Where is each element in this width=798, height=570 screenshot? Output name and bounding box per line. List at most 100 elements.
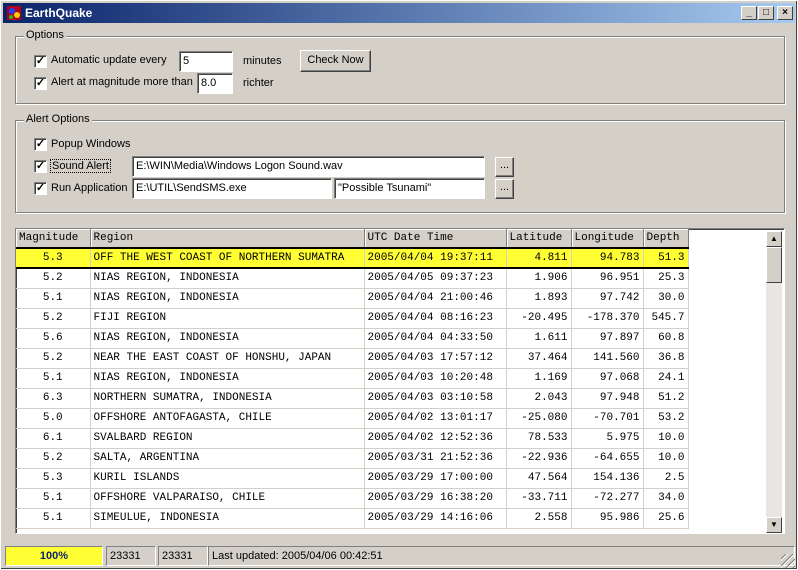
cell-magnitude: 5.6	[16, 328, 91, 349]
application-args-input[interactable]: "Possible Tsunami"	[334, 178, 485, 199]
column-header-depth[interactable]: Depth	[643, 229, 689, 249]
application-path-input[interactable]: E:\UTIL\SendSMS.exe	[132, 178, 332, 199]
vertical-scrollbar[interactable]: ▲ ▼	[766, 231, 782, 533]
cell-magnitude: 5.1	[16, 288, 91, 309]
cell-longitude: 97.948	[571, 388, 644, 409]
table-row[interactable]: 5.2 NEAR THE EAST COAST OF HONSHU, JAPAN 2…	[16, 348, 689, 369]
table-row[interactable]: 5.1 OFFSHORE VALPARAISO, CHILE 2005/03/29 …	[16, 488, 689, 509]
cell-latitude: -22.936	[506, 448, 572, 469]
table-row[interactable]: 5.2 SALTA, ARGENTINA 2005/03/31 21:52:36 -2…	[16, 448, 689, 469]
table-row[interactable]: 5.1 NIAS REGION, INDONESIA 2005/04/03 10:2…	[16, 368, 689, 389]
cell-depth: 10.0	[643, 448, 689, 469]
earthquake-list[interactable]: Magnitude Region UTC Date Time Latitude …	[15, 228, 785, 534]
close-button[interactable]: ×	[777, 6, 793, 20]
earthquake-app-icon	[7, 6, 21, 20]
cell-magnitude: 5.1	[16, 488, 91, 509]
checkmark-icon: ✓	[35, 138, 46, 150]
cell-longitude: -178.370	[571, 308, 644, 329]
popup-windows-checkbox[interactable]: ✓	[34, 138, 47, 151]
run-application-checkbox[interactable]: ✓	[34, 182, 47, 195]
resize-grip-icon[interactable]	[781, 554, 795, 568]
cell-utc-date-time: 2005/03/29 14:16:06	[364, 508, 507, 529]
cell-longitude: 96.951	[571, 268, 644, 289]
scroll-up-button[interactable]: ▲	[766, 231, 782, 247]
cell-latitude: -25.080	[506, 408, 572, 429]
cell-depth: 60.8	[643, 328, 689, 349]
table-header-row: Magnitude Region UTC Date Time Latitude …	[16, 229, 689, 249]
alert-magnitude-checkbox[interactable]: ✓	[34, 77, 47, 90]
cell-latitude: 1.611	[506, 328, 572, 349]
table-row[interactable]: 6.1 SVALBARD REGION 2005/04/02 12:52:36 78.…	[16, 428, 689, 449]
column-header-region[interactable]: Region	[90, 229, 365, 249]
cell-region: OFFSHORE VALPARAISO, CHILE	[90, 488, 365, 509]
cell-longitude: 97.742	[571, 288, 644, 309]
cell-utc-date-time: 2005/04/05 09:37:23	[364, 268, 507, 289]
table-row[interactable]: 5.2 FIJI REGION 2005/04/04 08:16:23 -20.495…	[16, 308, 689, 329]
cell-latitude: 1.906	[506, 268, 572, 289]
cell-utc-date-time: 2005/04/04 19:37:11	[364, 247, 507, 269]
alert-magnitude-label: Alert at magnitude more than	[51, 76, 193, 88]
check-now-button[interactable]: Check Now	[300, 50, 371, 72]
table-row[interactable]: 5.0 OFFSHORE ANTOFAGASTA, CHILE 2005/04/02…	[16, 408, 689, 429]
title-bar[interactable]: EarthQuake _ □ ×	[3, 3, 795, 23]
auto-update-checkbox[interactable]: ✓	[34, 55, 47, 68]
cell-longitude: -64.655	[571, 448, 644, 469]
cell-region: NIAS REGION, INDONESIA	[90, 288, 365, 309]
column-header-magnitude[interactable]: Magnitude	[16, 229, 91, 249]
cell-depth: 2.5	[643, 468, 689, 489]
cell-latitude: 37.464	[506, 348, 572, 369]
cell-depth: 51.3	[643, 247, 689, 269]
column-header-utc-date-time[interactable]: UTC Date Time	[364, 229, 507, 249]
cell-utc-date-time: 2005/04/03 10:20:48	[364, 368, 507, 389]
scrollbar-thumb[interactable]	[766, 247, 782, 283]
column-header-latitude[interactable]: Latitude	[506, 229, 572, 249]
table-row[interactable]: 5.1 SIMEULUE, INDONESIA 2005/03/29 14:16:0…	[16, 508, 689, 529]
cell-latitude: 2.043	[506, 388, 572, 409]
cell-latitude: 78.533	[506, 428, 572, 449]
arrow-up-icon: ▲	[770, 234, 778, 243]
sound-browse-button[interactable]: ...	[495, 157, 514, 177]
cell-utc-date-time: 2005/04/04 21:00:46	[364, 288, 507, 309]
cell-magnitude: 5.0	[16, 408, 91, 429]
alert-options-group-label: Alert Options	[24, 113, 92, 125]
progress-value: 100%	[39, 550, 69, 562]
main-window: EarthQuake _ □ × Options ✓ Automatic upd…	[0, 0, 798, 570]
alert-magnitude-input[interactable]: 8.0	[197, 73, 233, 94]
popup-windows-label: Popup Windows	[51, 138, 131, 150]
cell-latitude: 4.811	[506, 247, 572, 269]
table-row[interactable]: 5.1 NIAS REGION, INDONESIA 2005/04/04 21:0…	[16, 288, 689, 309]
cell-utc-date-time: 2005/04/02 13:01:17	[364, 408, 507, 429]
table-row[interactable]: 6.3 NORTHERN SUMATRA, INDONESIA 2005/04/03…	[16, 388, 689, 409]
progress-pane: 100%	[5, 546, 103, 566]
count-pane-1: 23331	[106, 546, 156, 566]
cell-latitude: 1.893	[506, 288, 572, 309]
cell-region: OFFSHORE ANTOFAGASTA, CHILE	[90, 408, 365, 429]
richter-label: richter	[243, 77, 274, 89]
column-header-longitude[interactable]: Longitude	[571, 229, 644, 249]
minimize-icon: _	[746, 7, 752, 18]
application-browse-button[interactable]: ...	[495, 179, 514, 199]
cell-longitude: 94.783	[571, 247, 644, 269]
cell-depth: 53.2	[643, 408, 689, 429]
cell-latitude: 47.564	[506, 468, 572, 489]
scroll-down-button[interactable]: ▼	[766, 517, 782, 533]
table-row[interactable]: 5.3 KURIL ISLANDS 2005/03/29 17:00:00 47.56…	[16, 468, 689, 489]
table-row[interactable]: 5.6 NIAS REGION, INDONESIA 2005/04/04 04:3…	[16, 328, 689, 349]
cell-magnitude: 5.3	[16, 468, 91, 489]
minimize-button[interactable]: _	[741, 6, 757, 20]
table-row[interactable]: 5.3 OFF THE WEST COAST OF NORTHERN SUMATR…	[16, 247, 689, 269]
update-interval-input[interactable]: 5	[179, 51, 233, 72]
table-row[interactable]: 5.2 NIAS REGION, INDONESIA 2005/04/05 09:3…	[16, 268, 689, 289]
cell-depth: 545.7	[643, 308, 689, 329]
cell-region: KURIL ISLANDS	[90, 468, 365, 489]
cell-longitude: 154.136	[571, 468, 644, 489]
cell-longitude: 95.986	[571, 508, 644, 529]
cell-magnitude: 5.3	[16, 247, 91, 269]
sound-alert-checkbox[interactable]: ✓	[34, 160, 47, 173]
cell-longitude: 97.897	[571, 328, 644, 349]
maximize-button[interactable]: □	[758, 6, 774, 20]
sound-alert-label: Sound Alert	[50, 159, 111, 173]
sound-file-input[interactable]: E:\WIN\Media\Windows Logon Sound.wav	[132, 156, 485, 177]
cell-region: FIJI REGION	[90, 308, 365, 329]
cell-magnitude: 5.2	[16, 348, 91, 369]
